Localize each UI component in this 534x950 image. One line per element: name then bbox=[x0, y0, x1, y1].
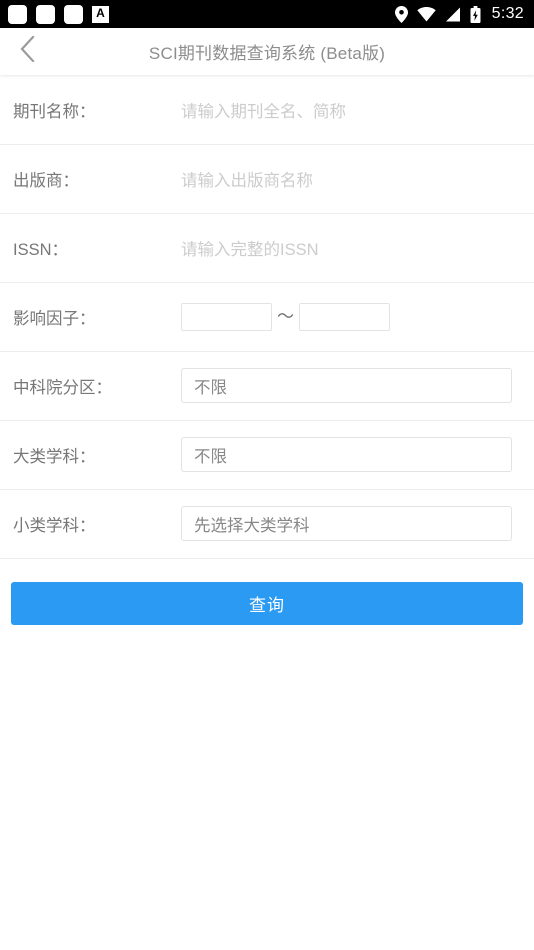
label-journal-name: 期刊名称： bbox=[13, 102, 96, 121]
cas-division-select[interactable]: 不限 bbox=[181, 368, 512, 403]
status-bar-system-icons: 5:32 bbox=[394, 5, 524, 23]
major-subject-value: 不限 bbox=[194, 447, 227, 466]
cas-division-value: 不限 bbox=[194, 378, 227, 397]
letter-a-badge-icon: A bbox=[92, 5, 109, 23]
form-row-issn: ISSN： 请输入完整的ISSN bbox=[0, 213, 534, 282]
form-row-cas-division: 中科院分区： 不限 bbox=[0, 351, 534, 420]
minor-subject-select[interactable]: 先选择大类学科 bbox=[181, 506, 512, 541]
major-subject-select[interactable]: 不限 bbox=[181, 437, 512, 472]
form-row-publisher: 出版商： 请输入出版商名称 bbox=[0, 144, 534, 213]
back-button[interactable] bbox=[0, 28, 54, 75]
status-bar: A 5:32 bbox=[0, 0, 534, 28]
label-major-subject: 大类学科： bbox=[13, 447, 96, 466]
form-row-impact-factor: 影响因子： ～ bbox=[0, 282, 534, 351]
wifi-icon bbox=[416, 6, 436, 22]
field-cas-division: 不限 bbox=[181, 368, 513, 403]
label-cas-division: 中科院分区： bbox=[13, 378, 112, 397]
search-form: 期刊名称： 请输入期刊全名、简称 出版商： 请输入出版商名称 ISSN： 请输入… bbox=[0, 75, 534, 559]
form-row-major-subject: 大类学科： 不限 bbox=[0, 420, 534, 489]
chevron-left-icon bbox=[20, 35, 35, 67]
impact-factor-max-input[interactable] bbox=[299, 302, 390, 331]
field-impact-factor: ～ bbox=[181, 302, 513, 331]
status-bar-clock: 5:32 bbox=[491, 5, 524, 22]
search-button[interactable]: 查询 bbox=[11, 582, 523, 625]
label-publisher: 出版商： bbox=[13, 171, 79, 190]
label-minor-subject: 小类学科： bbox=[13, 516, 96, 535]
form-row-minor-subject: 小类学科： 先选择大类学科 bbox=[0, 489, 534, 558]
field-publisher[interactable]: 请输入出版商名称 bbox=[181, 167, 513, 191]
label-impact-factor: 影响因子： bbox=[13, 309, 96, 328]
notification-square-icon bbox=[8, 4, 27, 24]
battery-charging-icon bbox=[470, 5, 481, 23]
app-header: SCI期刊数据查询系统 (Beta版) bbox=[0, 28, 534, 75]
field-major-subject: 不限 bbox=[181, 437, 513, 472]
field-journal-name[interactable]: 请输入期刊全名、简称 bbox=[181, 98, 513, 122]
location-pin-icon bbox=[394, 5, 408, 23]
field-minor-subject: 先选择大类学科 bbox=[181, 506, 513, 541]
minor-subject-value: 先选择大类学科 bbox=[194, 516, 310, 535]
page-title: SCI期刊数据查询系统 (Beta版) bbox=[148, 44, 386, 63]
status-bar-notifications: A bbox=[8, 4, 109, 24]
issn-input[interactable]: 请输入完整的ISSN bbox=[181, 236, 319, 260]
notification-square-icon bbox=[64, 4, 83, 24]
impact-factor-min-input[interactable] bbox=[181, 302, 272, 331]
notification-square-icon bbox=[36, 4, 55, 24]
field-issn[interactable]: 请输入完整的ISSN bbox=[181, 236, 513, 260]
form-row-journal-name: 期刊名称： 请输入期刊全名、简称 bbox=[0, 75, 534, 144]
submit-area: 查询 bbox=[0, 559, 534, 625]
impact-factor-range: ～ bbox=[181, 302, 390, 331]
journal-name-input[interactable]: 请输入期刊全名、简称 bbox=[181, 98, 346, 122]
publisher-input[interactable]: 请输入出版商名称 bbox=[181, 167, 313, 191]
range-separator: ～ bbox=[277, 307, 294, 326]
label-issn: ISSN： bbox=[13, 240, 69, 259]
cellular-signal-icon bbox=[445, 7, 461, 22]
